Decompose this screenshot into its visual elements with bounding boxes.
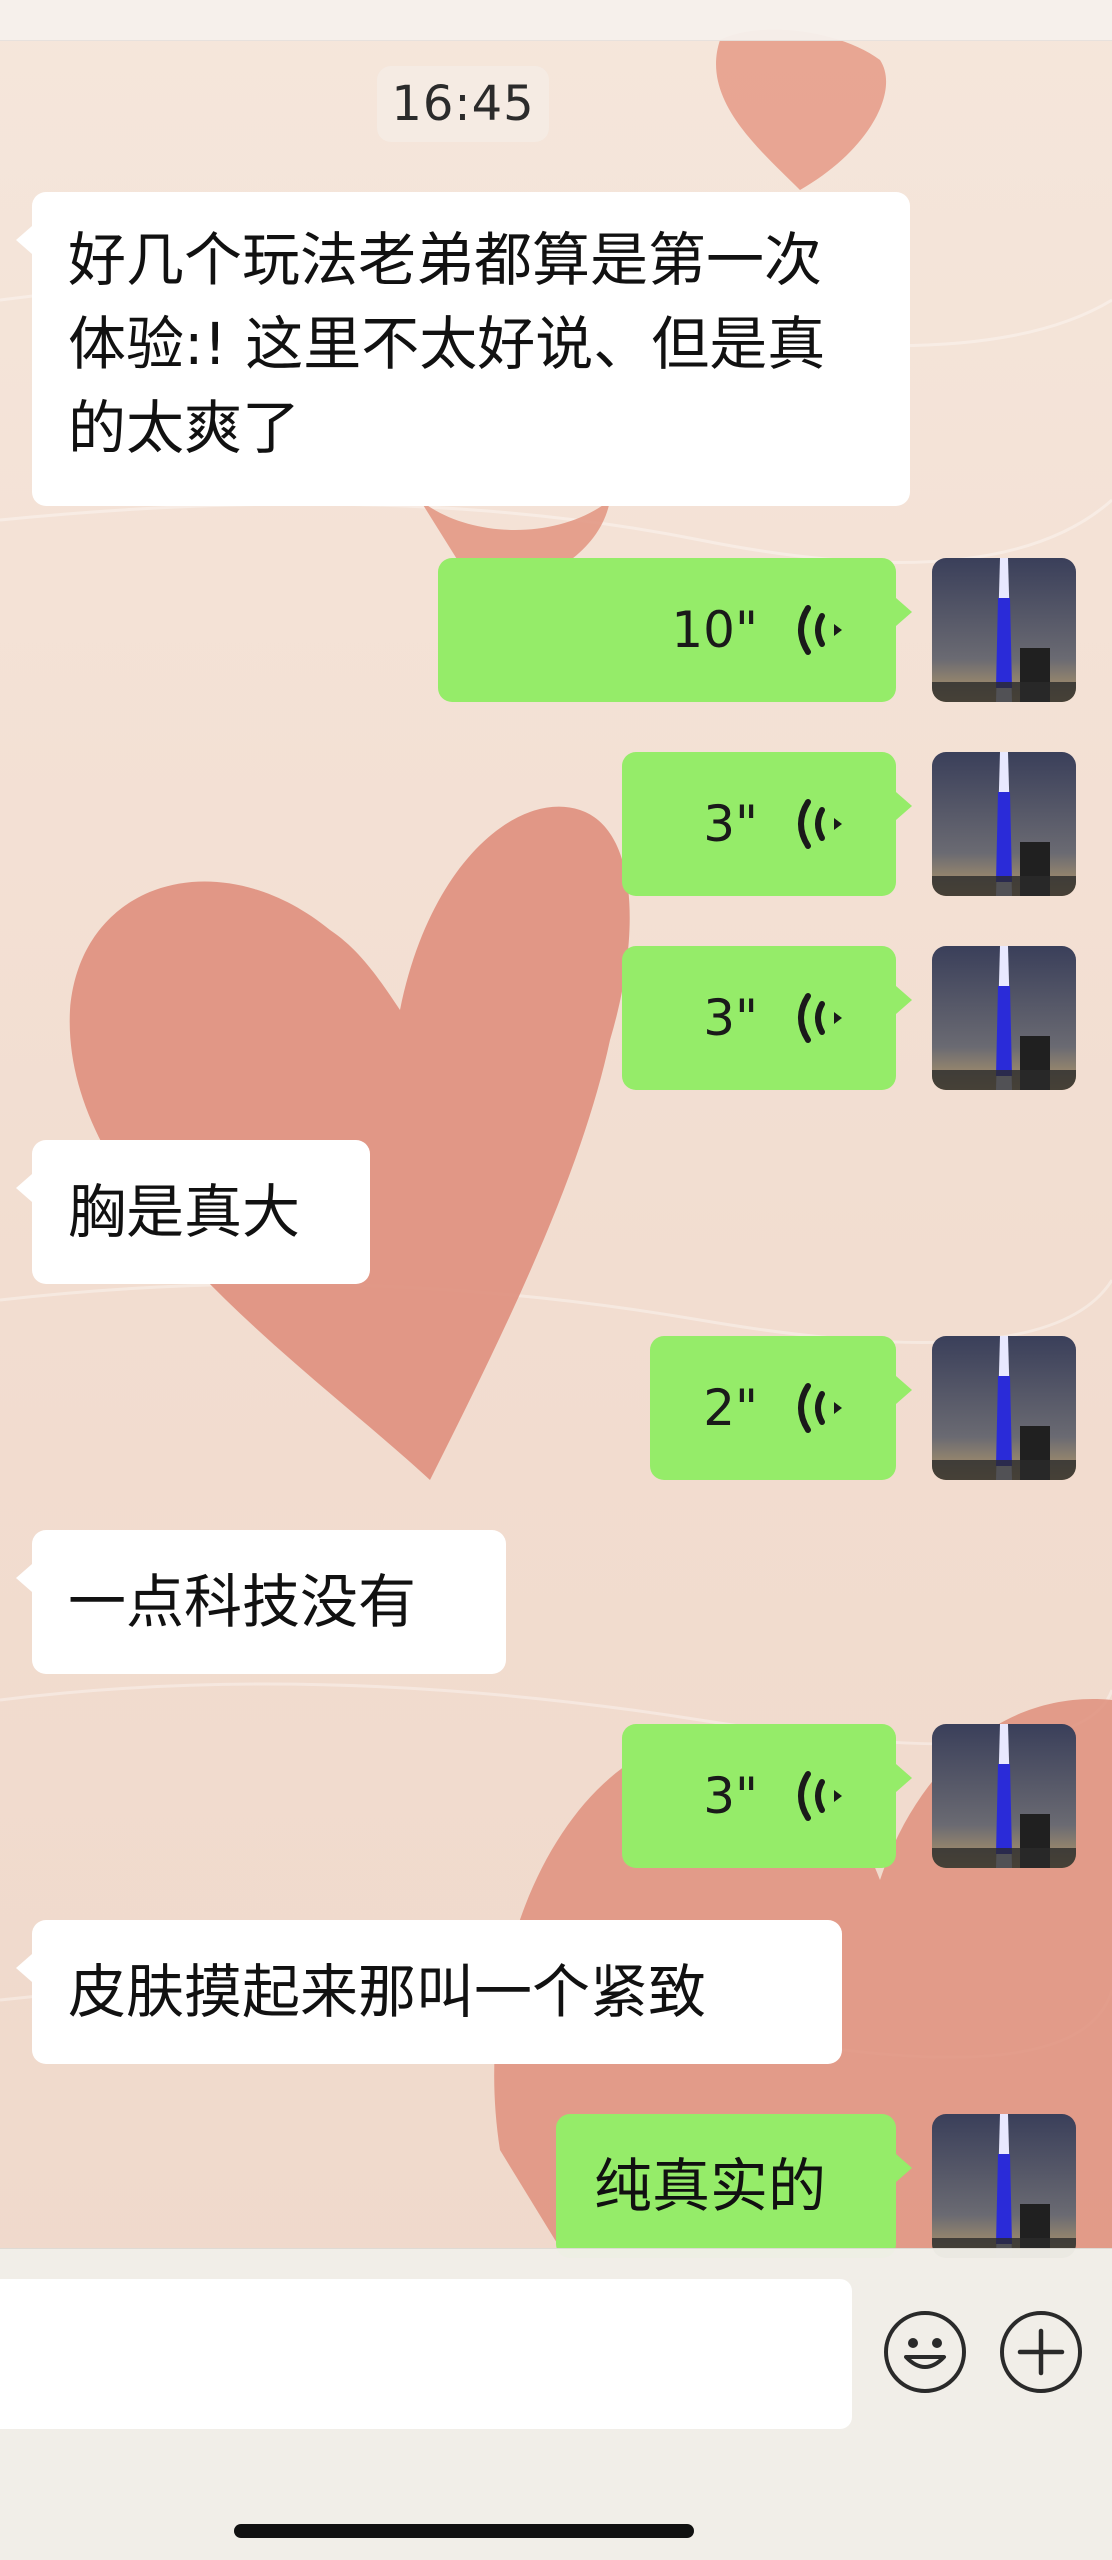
avatar[interactable] [932, 1336, 1076, 1480]
avatar[interactable] [932, 2114, 1076, 2258]
message-text: 胸是真大 [68, 1178, 301, 1246]
tower-avatar-image [932, 1336, 1076, 1480]
message-input-bar [0, 2248, 1112, 2560]
message-text: 好几个玩法老弟都算是第一次体验:! 这里不太好说、但是真的太爽了 [68, 226, 826, 462]
home-indicator[interactable] [234, 2524, 694, 2538]
voice-wave-icon [798, 605, 842, 655]
voice-message[interactable]: 2" [650, 1336, 912, 1480]
voice-duration: 2" [703, 1379, 758, 1437]
tower-avatar-image [932, 2114, 1076, 2258]
incoming-message[interactable]: 胸是真大 [16, 1140, 370, 1284]
voice-message[interactable]: 3" [622, 1724, 912, 1868]
voice-duration: 3" [703, 795, 758, 853]
tower-avatar-image [932, 558, 1076, 702]
tower-avatar-image [932, 946, 1076, 1090]
voice-duration: 3" [703, 1767, 758, 1825]
top-status-strip [0, 0, 1112, 41]
voice-duration: 3" [703, 989, 758, 1047]
incoming-message[interactable]: 皮肤摸起来那叫一个紧致 [16, 1920, 842, 2064]
message-text: 一点科技没有 [68, 1568, 417, 1636]
tower-avatar-image [932, 752, 1076, 896]
plus-icon [1017, 2328, 1065, 2376]
outgoing-message[interactable]: 纯真实的 [556, 2114, 912, 2258]
voice-wave-icon [798, 799, 842, 849]
message-input[interactable] [0, 2279, 852, 2429]
voice-message[interactable]: 3" [622, 752, 912, 896]
voice-duration: 10" [671, 601, 758, 659]
voice-wave-icon [798, 1771, 842, 1821]
tower-avatar-image [932, 1724, 1076, 1868]
voice-message[interactable]: 10" [438, 558, 912, 702]
avatar[interactable] [932, 946, 1076, 1090]
incoming-message[interactable]: 一点科技没有 [16, 1530, 506, 1674]
incoming-message[interactable]: 好几个玩法老弟都算是第一次体验:! 这里不太好说、但是真的太爽了 [16, 192, 910, 506]
avatar[interactable] [932, 752, 1076, 896]
avatar[interactable] [932, 1724, 1076, 1868]
chat-screen: 16:45 好几个玩法老弟都算是第一次体验:! 这里不太好说、但是真的太爽了 1… [0, 0, 1112, 2560]
voice-wave-icon [798, 1383, 842, 1433]
voice-wave-icon [798, 993, 842, 1043]
add-button[interactable] [1000, 2311, 1082, 2393]
voice-message[interactable]: 3" [622, 946, 912, 1090]
avatar[interactable] [932, 558, 1076, 702]
message-timestamp: 16:45 [377, 66, 549, 142]
emoji-button[interactable] [884, 2311, 966, 2393]
message-text: 皮肤摸起来那叫一个紧致 [68, 1958, 707, 2026]
emoji-icon [904, 2338, 946, 2369]
message-text: 纯真实的 [594, 2152, 827, 2220]
